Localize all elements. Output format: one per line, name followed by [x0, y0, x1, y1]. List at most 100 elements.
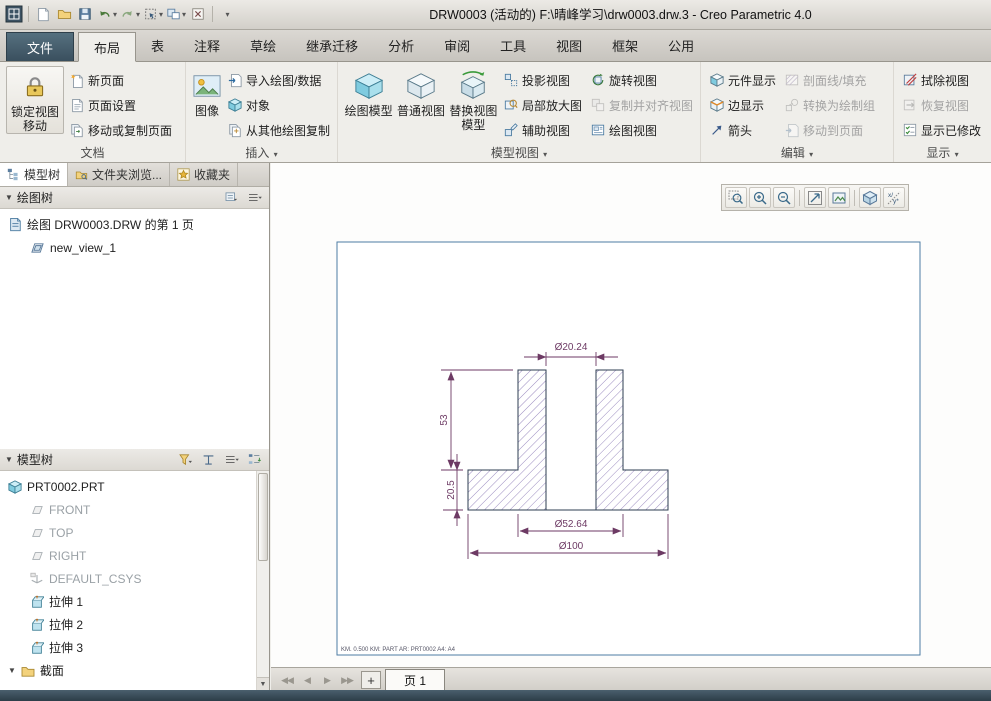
group-insert-caret: ▾ [273, 150, 278, 159]
tab-table[interactable]: 表 [136, 30, 179, 61]
convert-to-draft-button[interactable]: 转换为绘制组 [782, 94, 878, 116]
new-file-button[interactable] [33, 3, 53, 25]
move-to-page-button[interactable]: 移动到页面 [782, 119, 878, 141]
tab-framework[interactable]: 框架 [597, 30, 653, 61]
erase-view-button[interactable]: 拭除视图 [900, 69, 984, 91]
copy-align-view-button[interactable]: 复制并对齐视图 [588, 94, 696, 116]
arrows-button[interactable]: 箭头 [707, 119, 779, 141]
hatch-fill-button[interactable]: 剖面线/填充 [782, 69, 878, 91]
model-tree-item-part[interactable]: PRT0002.PRT [0, 475, 255, 498]
model-tree-item-extrude-2[interactable]: 拉伸 2 [0, 613, 255, 636]
tab-annotate[interactable]: 注释 [179, 30, 235, 61]
undo-button[interactable]: ▾ [96, 3, 118, 25]
object-button[interactable]: 对象 [225, 94, 333, 116]
tab-legacy-migration[interactable]: 继承迁移 [291, 30, 373, 61]
redo-button[interactable]: ▾ [119, 3, 141, 25]
tab-favorites[interactable]: 收藏夹 [170, 163, 239, 186]
resume-view-button[interactable]: 恢复视图 [900, 94, 984, 116]
add-page-button[interactable]: + [361, 671, 381, 689]
dimension-hub-text[interactable]: Ø52.64 [555, 519, 588, 530]
group-insert-label[interactable]: 插入 ▾ [186, 144, 337, 162]
tab-file[interactable]: 文件 [6, 32, 75, 61]
rotated-view-button[interactable]: 旋转视图 [588, 69, 696, 91]
first-page-button[interactable]: ◀◀ [277, 670, 297, 690]
separator [212, 6, 214, 22]
repaint-button[interactable] [828, 187, 850, 208]
model-tree-item-extrude-3[interactable]: 拉伸 3 [0, 636, 255, 659]
show-modified-button[interactable]: 显示已修改 [900, 119, 984, 141]
replace-view-model-button[interactable]: 替换视图 模型 [449, 66, 498, 132]
next-page-button[interactable]: ▶ [317, 670, 337, 690]
dimension-flange-thickness-text[interactable]: 20.5 [446, 480, 457, 500]
drawing-view-button[interactable]: 绘图视图 [588, 119, 696, 141]
detail-view-button[interactable]: 局部放大图 [501, 94, 585, 116]
zoom-in-button[interactable] [749, 187, 771, 208]
model-tree-item-front[interactable]: FRONT [0, 498, 255, 521]
group-edit-label[interactable]: 编辑 ▾ [701, 144, 893, 162]
last-page-button[interactable]: ▶▶ [337, 670, 357, 690]
select-mode-button[interactable]: ▾ [142, 3, 164, 25]
lock-view-movement-button[interactable]: 锁定视图 移动 [6, 66, 64, 134]
tab-layout[interactable]: 布局 [78, 32, 137, 62]
app-menu-button[interactable] [4, 3, 24, 25]
graphics-area[interactable]: Ø20.24 53 20.5 Ø52.64 Ø100 KM. 0.500 KM:… [271, 163, 991, 667]
previous-page-button[interactable]: ◀ [297, 670, 317, 690]
save-button[interactable] [75, 3, 95, 25]
dimension-height-text[interactable]: 53 [439, 414, 450, 426]
drawing-sheet-svg[interactable]: Ø20.24 53 20.5 Ø52.64 Ø100 KM. 0.500 KM:… [271, 163, 991, 667]
open-file-button[interactable] [54, 3, 74, 25]
tab-sketch[interactable]: 草绘 [235, 30, 291, 61]
tab-common[interactable]: 公用 [653, 30, 709, 61]
model-tree-collapse-arrow[interactable]: ▼ [5, 455, 13, 464]
import-drawing-data-button[interactable]: 导入绘图/数据 [225, 69, 333, 91]
dimension-hole-text[interactable]: Ø20.24 [555, 342, 588, 353]
tab-analysis[interactable]: 分析 [373, 30, 429, 61]
auxiliary-view-button[interactable]: 辅助视图 [501, 119, 585, 141]
zoom-region-button[interactable] [725, 187, 747, 208]
model-tree-item-sections[interactable]: ▼ 截面 [0, 659, 255, 682]
group-model-views-label[interactable]: 模型视图 ▾ [338, 144, 700, 162]
model-tree-item-top[interactable]: TOP [0, 521, 255, 544]
drawing-tree-item-view[interactable]: new_view_1 [0, 236, 269, 259]
display-style-button[interactable] [859, 187, 881, 208]
drawing-model-button[interactable]: 绘图模型 [344, 66, 393, 118]
tab-view[interactable]: 视图 [541, 30, 597, 61]
model-tree-switch-button[interactable] [245, 451, 264, 469]
customize-toolbar-button[interactable]: ▾ [217, 3, 237, 25]
scrollbar-thumb[interactable] [258, 473, 268, 561]
projection-view-button[interactable]: 投影视图 [501, 69, 585, 91]
tab-tools[interactable]: 工具 [485, 30, 541, 61]
drawing-tree-settings-button[interactable] [222, 189, 241, 207]
general-view-button[interactable]: 普通视图 [396, 66, 445, 118]
component-display-button[interactable]: 元件显示 [707, 69, 779, 91]
tab-model-tree[interactable]: 模型树 [0, 163, 69, 186]
model-tree-columns-button[interactable] [199, 451, 218, 469]
model-tree-item-default-csys[interactable]: DEFAULT_CSYS [0, 567, 255, 590]
close-window-button[interactable] [188, 3, 208, 25]
zoom-out-button[interactable] [773, 187, 795, 208]
tab-folder-browser[interactable]: 文件夹浏览... [68, 163, 171, 186]
model-tree-scrollbar[interactable]: ▼ [256, 471, 269, 690]
page-tab-1[interactable]: 页 1 [385, 669, 446, 690]
dimension-flange-text[interactable]: Ø100 [559, 541, 584, 552]
model-tree-filter-button[interactable] [176, 451, 195, 469]
copy-from-other-drawing-button[interactable]: 从其他绘图复制 [225, 119, 333, 141]
sections-collapse-arrow[interactable]: ▼ [8, 666, 16, 675]
image-button[interactable]: 图像 [192, 66, 222, 118]
tab-review[interactable]: 审阅 [429, 30, 485, 61]
drawing-tree-collapse-arrow[interactable]: ▼ [5, 193, 13, 202]
refit-button[interactable] [804, 187, 826, 208]
model-tree-item-right[interactable]: RIGHT [0, 544, 255, 567]
drawing-tree-item-sheet[interactable]: 绘图 DRW0003.DRW 的第 1 页 [0, 213, 269, 236]
scrollbar-down-button[interactable]: ▼ [257, 677, 269, 690]
page-setup-button[interactable]: 页面设置 [67, 94, 175, 116]
new-page-button[interactable]: 新页面 [67, 69, 175, 91]
edge-display-button[interactable]: 边显示 [707, 94, 779, 116]
saved-orientations-button[interactable]: x/y* [883, 187, 905, 208]
move-copy-page-button[interactable]: 移动或复制页面 [67, 119, 175, 141]
drawing-tree-display-options-button[interactable] [245, 189, 264, 207]
window-layout-button[interactable]: ▾ [165, 3, 187, 25]
model-tree-display-options-button[interactable] [222, 451, 241, 469]
group-display-label[interactable]: 显示 ▾ [894, 144, 991, 162]
model-tree-item-extrude-1[interactable]: 拉伸 1 [0, 590, 255, 613]
